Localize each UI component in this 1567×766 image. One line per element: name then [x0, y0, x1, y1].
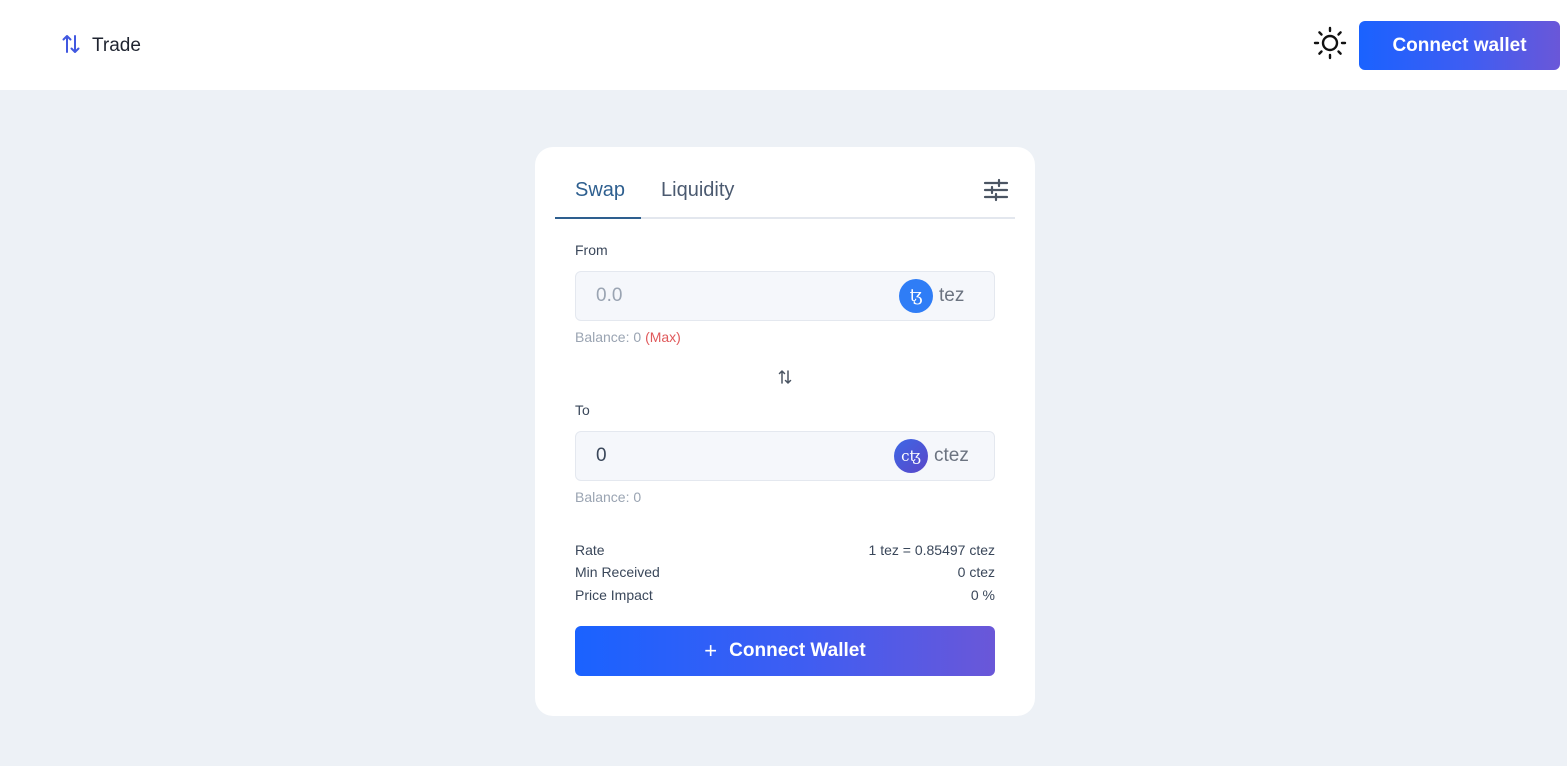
tez-logo-icon: ꜩ	[899, 279, 933, 313]
tab-swap[interactable]: Swap	[575, 179, 625, 202]
switch-direction-button[interactable]	[777, 369, 793, 389]
tab-liquidity[interactable]: Liquidity	[661, 179, 734, 202]
card-tabs: Swap Liquidity	[555, 175, 1015, 219]
max-button[interactable]: (Max)	[645, 329, 681, 345]
to-token-selector[interactable]: cꜩ ctez	[894, 439, 969, 473]
to-label: To	[575, 402, 590, 418]
info-value: 0 ctez	[957, 564, 995, 580]
from-label: From	[575, 242, 608, 258]
sliders-icon	[983, 178, 1009, 207]
plus-icon: +	[704, 638, 718, 663]
info-key: Rate	[575, 542, 605, 558]
from-token-name: tez	[939, 285, 965, 306]
from-amount-input[interactable]	[576, 272, 886, 320]
info-value: 0 %	[970, 587, 995, 603]
nav-trade-label: Trade	[92, 35, 141, 56]
sun-icon	[1313, 26, 1347, 65]
info-row-rate: Rate 1 tez = 0.85497 ctez	[575, 542, 995, 562]
to-token-name: ctez	[934, 445, 969, 466]
active-tab-indicator	[555, 217, 641, 219]
swap-direction-icon	[778, 369, 792, 390]
to-field: cꜩ ctez	[575, 431, 995, 481]
info-key: Min Received	[575, 564, 660, 580]
settings-button[interactable]	[981, 177, 1011, 207]
to-amount-input[interactable]	[576, 432, 886, 480]
info-value: 1 tez = 0.85497 ctez	[868, 542, 995, 558]
header-connect-wallet-button[interactable]: Connect wallet	[1359, 21, 1560, 70]
from-field: ꜩ tez	[575, 271, 995, 321]
swap-arrows-icon	[62, 32, 80, 61]
info-key: Price Impact	[575, 587, 653, 603]
connect-wallet-label: Connect Wallet	[729, 640, 866, 661]
nav-trade-link[interactable]: Trade	[62, 32, 141, 60]
connect-wallet-button[interactable]: + Connect Wallet	[575, 626, 995, 676]
swap-card: Swap Liquidity From ꜩ	[535, 147, 1035, 716]
from-balance-label: Balance: 0	[575, 329, 642, 345]
info-row-price-impact: Price Impact 0 %	[575, 587, 995, 607]
to-balance: Balance: 0	[575, 489, 642, 505]
from-balance: Balance: 0 (Max)	[575, 329, 681, 345]
ctez-logo-icon: cꜩ	[894, 439, 928, 473]
from-token-selector[interactable]: ꜩ tez	[899, 279, 964, 313]
theme-toggle-button[interactable]	[1312, 26, 1348, 65]
top-navbar: Trade Connect wallet	[0, 0, 1567, 90]
info-row-min-received: Min Received 0 ctez	[575, 564, 995, 584]
